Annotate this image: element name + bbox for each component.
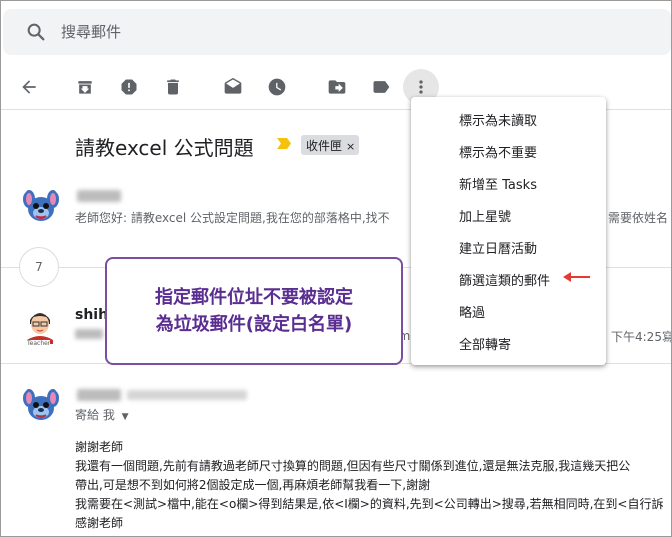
avatar-caption: Teacher (27, 340, 51, 347)
body-line: 感謝老師 (75, 516, 124, 530)
sender-name-redacted (77, 389, 121, 401)
delete-icon[interactable] (157, 71, 189, 103)
collapsed-messages-count[interactable]: 7 (19, 247, 59, 287)
callout-line: 指定郵件位址不要被認定 (155, 287, 353, 308)
body-line: 我還有一個問題,先前有請教過老師尺寸換算的問題,但因有些尺寸關係到進位,還是無法… (75, 459, 631, 473)
sender-name-redacted (77, 190, 121, 202)
message-time: 下午4:25寫 (611, 330, 672, 344)
avatar[interactable] (21, 185, 61, 225)
gmail-window: 搜尋郵件 請教excel 公式問題 收件匣 × 老師您好: 請教excel 公式… (0, 0, 672, 537)
sender-detail-redacted (75, 329, 103, 339)
sender-name-prefix: shih (75, 307, 109, 323)
sender-email-redacted (127, 390, 247, 400)
labels-icon[interactable] (365, 71, 397, 103)
recipient-summary[interactable]: 寄給 我 ▼ (75, 406, 129, 423)
menu-item-add-to-tasks[interactable]: 新增至 Tasks (459, 174, 537, 193)
menu-item-skip[interactable]: 略過 (459, 302, 485, 321)
stitch-avatar-icon (21, 384, 61, 424)
menu-item-mark-unread[interactable]: 標示為未讀取 (459, 110, 537, 129)
more-actions-menu: 標示為未讀取 標示為不重要 新增至 Tasks 加上星號 建立日曆活動 篩選這類… (411, 97, 606, 365)
menu-item-create-event[interactable]: 建立日曆活動 (459, 238, 537, 257)
body-line: 帶出,可是想不到如何將2個設定成一個,再麻煩老師幫我看一下,謝謝 (75, 478, 431, 492)
snooze-icon[interactable] (261, 71, 293, 103)
report-spam-icon[interactable] (113, 71, 145, 103)
menu-item-filter-messages[interactable]: 篩選這類的郵件 (459, 270, 550, 289)
annotation-callout: 指定郵件位址不要被認定 為垃圾郵件(設定白名單) (105, 257, 403, 365)
remove-label-icon[interactable]: × (346, 140, 355, 153)
body-line: 謝謝老師 (75, 440, 124, 454)
stitch-avatar-icon (21, 185, 61, 225)
inbox-label-chip: 收件匣 × (301, 135, 360, 155)
menu-item-add-star[interactable]: 加上星號 (459, 206, 511, 225)
message-snippet-tail: 需要依姓名 (608, 211, 669, 225)
message-snippet: 老師您好: 請教excel 公式設定問題,我在您的部落格中,找不 (75, 211, 390, 225)
move-to-icon[interactable] (321, 71, 353, 103)
back-arrow-icon[interactable] (13, 71, 45, 103)
callout-line: 為垃圾郵件(設定白名單) (155, 314, 353, 335)
inbox-label-text: 收件匣 (306, 139, 343, 153)
archive-icon[interactable] (69, 71, 101, 103)
menu-item-forward-all[interactable]: 全部轉寄 (459, 334, 511, 353)
mark-unread-icon[interactable] (217, 71, 249, 103)
important-marker-icon[interactable] (277, 138, 291, 149)
menu-item-mark-not-important[interactable]: 標示為不重要 (459, 142, 537, 161)
pointer-arrow-icon (563, 272, 590, 282)
thread-subject: 請教excel 公式問題 (75, 136, 254, 160)
recipient-label: 寄給 我 (75, 408, 115, 422)
chevron-down-icon[interactable]: ▼ (122, 412, 129, 422)
search-input[interactable]: 搜尋郵件 (61, 21, 121, 42)
search-icon[interactable] (25, 21, 47, 43)
body-line: 我需要在<測試>檔中,能在<o欄>得到結果是,依<I欄>的資料,先到<公司轉出>… (75, 497, 664, 511)
avatar[interactable]: Teacher (21, 304, 59, 348)
search-bar[interactable]: 搜尋郵件 (3, 9, 671, 55)
avatar[interactable] (21, 384, 61, 424)
